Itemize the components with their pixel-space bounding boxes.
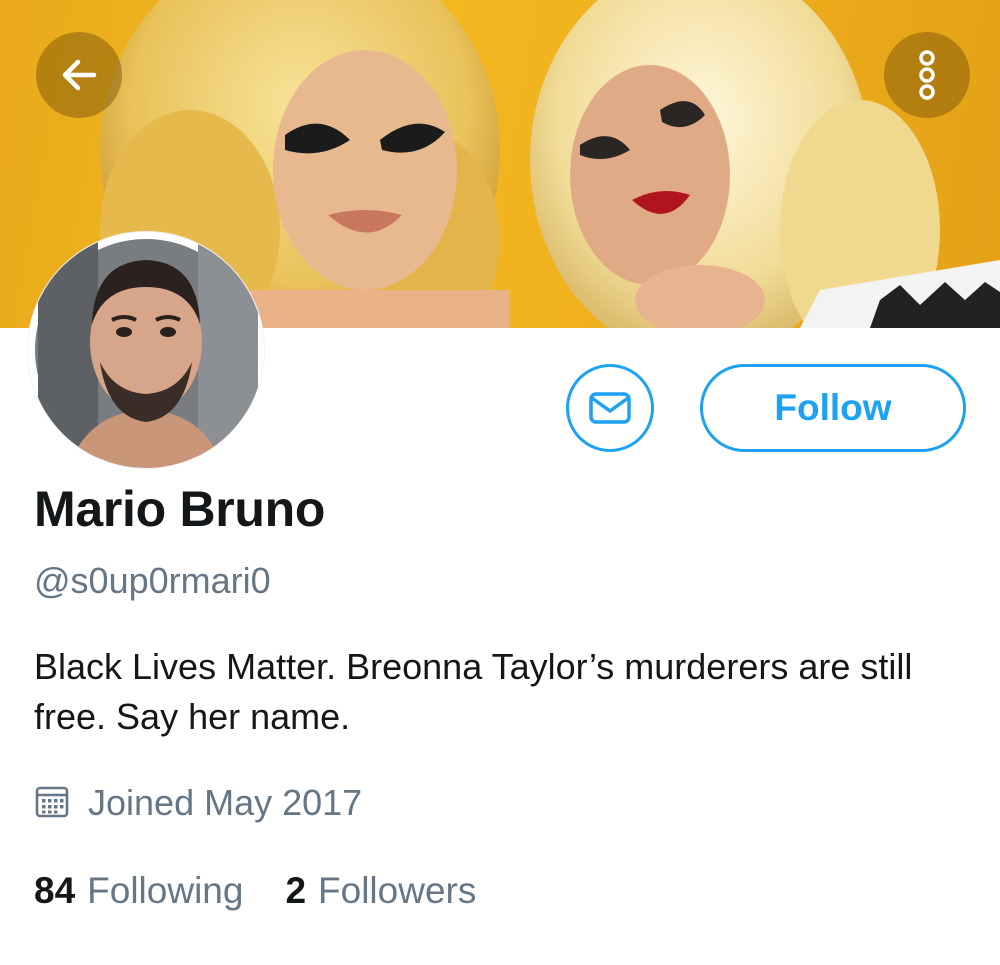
joined-date-row: Joined May 2017 <box>34 782 362 824</box>
avatar[interactable] <box>28 232 264 468</box>
follow-stats: 84 Following 2 Followers <box>34 870 518 912</box>
back-button[interactable] <box>36 32 122 118</box>
following-label: Following <box>87 870 244 911</box>
profile-handle: @s0up0rmari0 <box>34 560 271 601</box>
profile-page: Follow Mario Bruno @s0up0rmari0 Black Li… <box>0 0 1000 965</box>
following-stat[interactable]: 84 Following <box>34 870 243 912</box>
followers-stat[interactable]: 2 Followers <box>285 870 476 912</box>
profile-bio: Black Lives Matter. Breonna Taylor’s mur… <box>34 646 913 737</box>
follow-button-label: Follow <box>774 387 892 428</box>
follow-button[interactable]: Follow <box>700 364 966 452</box>
following-count: 84 <box>34 870 76 911</box>
followers-label: Followers <box>318 870 477 911</box>
avatar-image <box>28 232 264 468</box>
envelope-icon <box>589 392 631 424</box>
followers-count: 2 <box>285 870 307 911</box>
more-options-button[interactable] <box>884 32 970 118</box>
arrow-left-icon <box>62 59 97 91</box>
joined-date-text: Joined May 2017 <box>88 782 363 823</box>
calendar-icon <box>35 786 69 818</box>
message-button[interactable] <box>566 364 654 452</box>
profile-name: Mario Bruno <box>34 481 326 537</box>
more-vertical-icon <box>919 50 935 100</box>
